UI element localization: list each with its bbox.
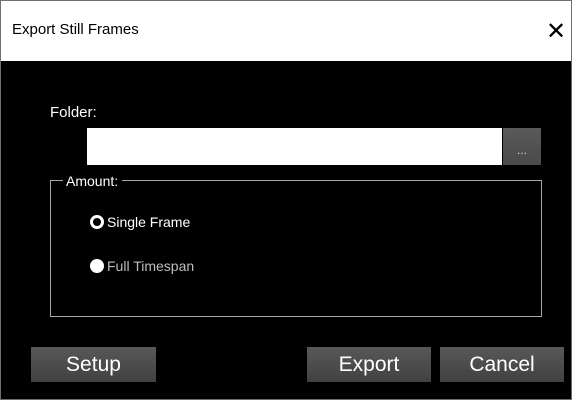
export-still-frames-dialog: Export Still Frames ✕ Folder: ... Amount… — [0, 0, 572, 400]
close-icon[interactable]: ✕ — [541, 13, 571, 49]
single-frame-option[interactable]: Single Frame — [90, 214, 190, 230]
folder-path-input[interactable] — [87, 128, 502, 165]
title-bar: Export Still Frames ✕ — [1, 1, 571, 61]
setup-button[interactable]: Setup — [31, 347, 156, 382]
dialog-content: Folder: ... Amount: Single Frame Full Ti… — [1, 61, 571, 399]
radio-unchecked-icon[interactable] — [90, 259, 104, 273]
full-timespan-label: Full Timespan — [107, 258, 195, 274]
amount-group-frame — [50, 180, 542, 317]
cancel-button[interactable]: Cancel — [440, 347, 564, 382]
radio-checked-icon[interactable] — [90, 215, 104, 229]
full-timespan-option[interactable]: Full Timespan — [90, 258, 194, 274]
amount-group-legend: Amount: — [63, 173, 123, 189]
dialog-title: Export Still Frames — [12, 21, 139, 38]
export-button[interactable]: Export — [307, 347, 431, 382]
single-frame-label: Single Frame — [107, 214, 191, 230]
folder-label: Folder: — [50, 104, 97, 121]
browse-folder-button[interactable]: ... — [503, 128, 541, 165]
